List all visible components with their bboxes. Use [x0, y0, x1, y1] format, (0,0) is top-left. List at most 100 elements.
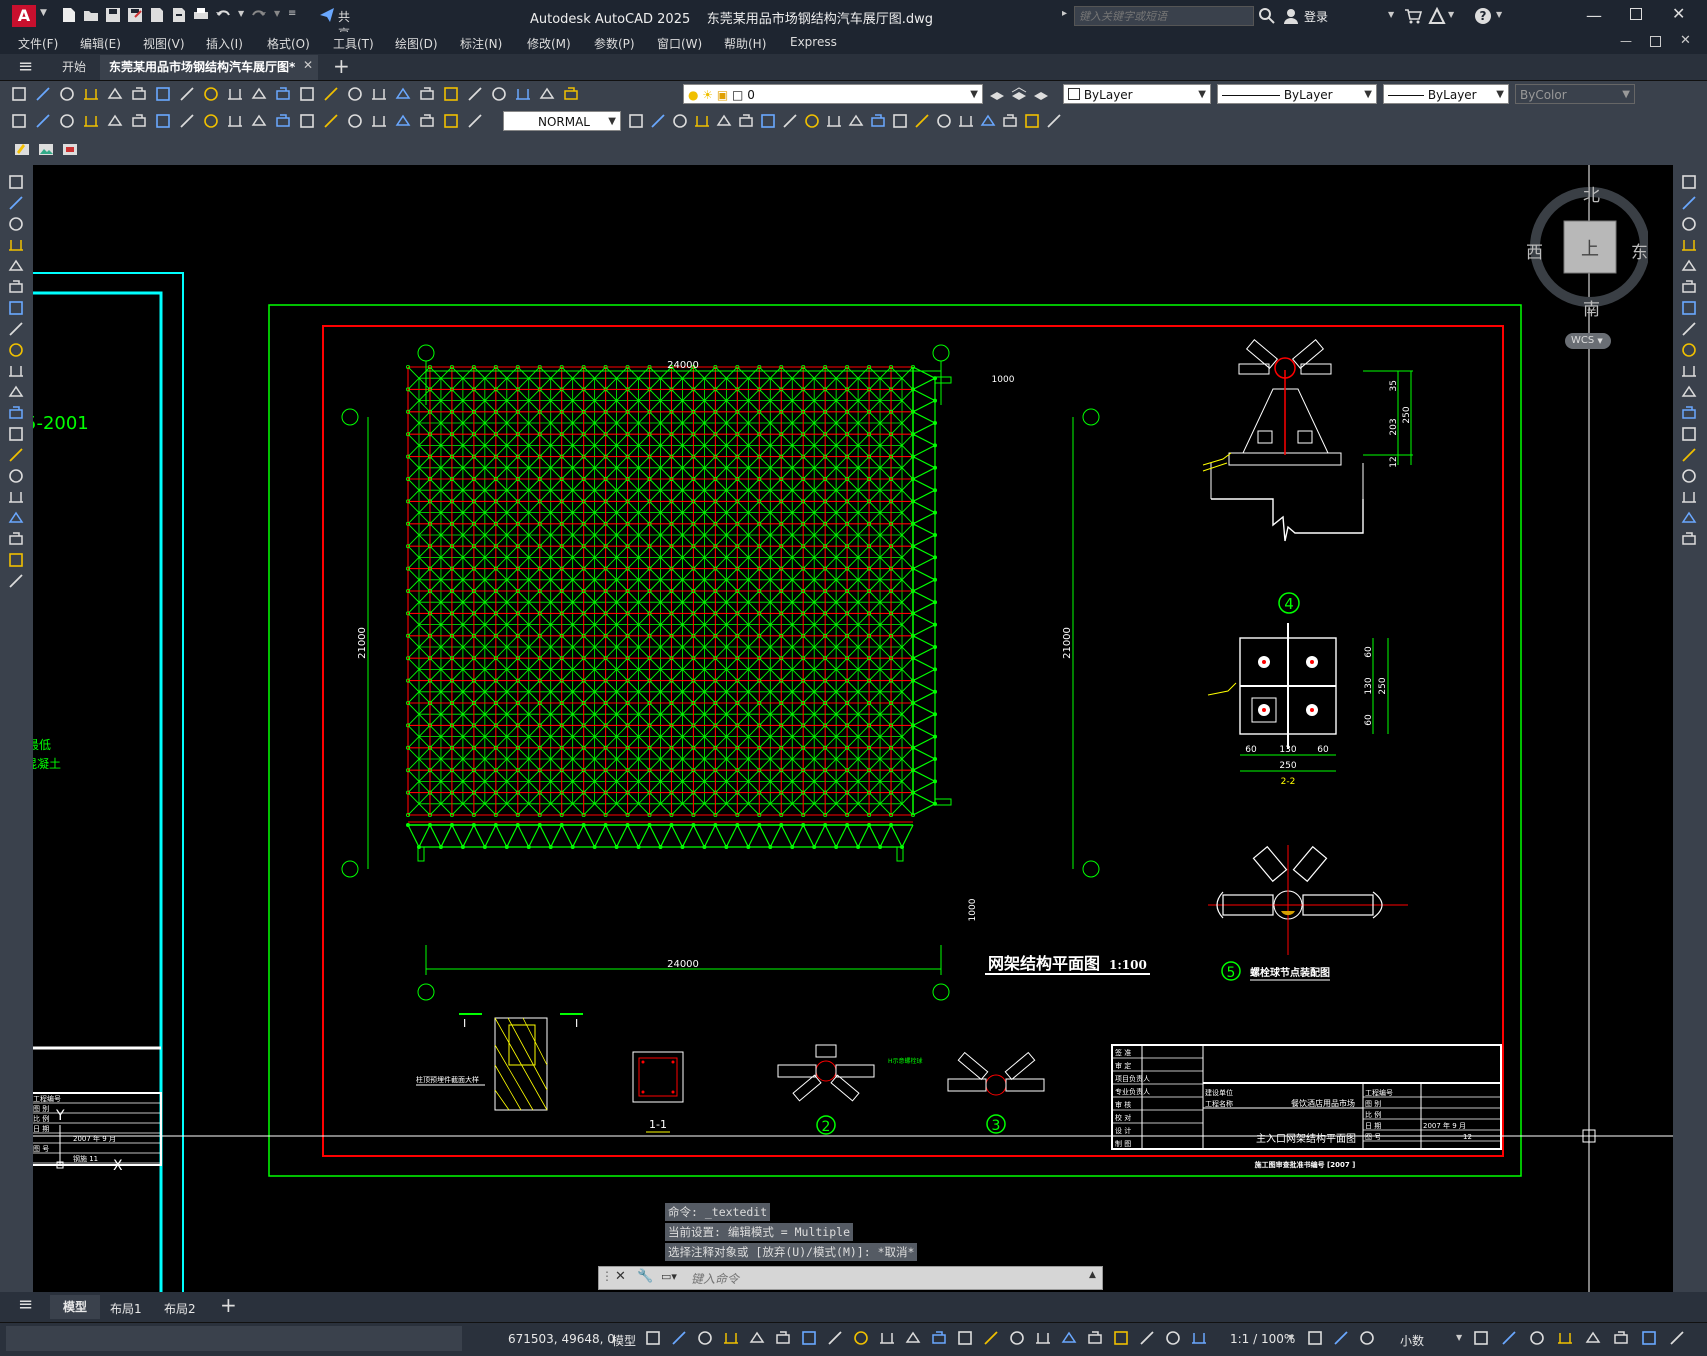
- help-icon[interactable]: ?: [1474, 7, 1492, 25]
- blue-d-icon[interactable]: [693, 112, 711, 130]
- tool-palettes-icon[interactable]: [442, 85, 460, 103]
- auto-scale-icon[interactable]: [1086, 1329, 1104, 1347]
- menu-parametric[interactable]: 参数(P): [594, 35, 635, 52]
- minimize-button[interactable]: —: [1586, 6, 1602, 25]
- blue-j-icon[interactable]: [825, 112, 843, 130]
- blue-e-icon[interactable]: [715, 112, 733, 130]
- lineweight-dropdown[interactable]: ByLayer ▼: [1383, 84, 1509, 104]
- menu-modify[interactable]: 修改(M): [527, 35, 571, 52]
- blue-l-icon[interactable]: [869, 112, 887, 130]
- blue-q-icon[interactable]: [979, 112, 997, 130]
- arc-icon[interactable]: [7, 278, 25, 296]
- copy-object-icon[interactable]: [1680, 194, 1698, 212]
- copy-icon[interactable]: [202, 85, 220, 103]
- gizmo-icon[interactable]: [1034, 1329, 1052, 1347]
- jogged-linear-icon[interactable]: [394, 112, 412, 130]
- menu-format[interactable]: 格式(O): [267, 35, 310, 52]
- units-dropdown-icon[interactable]: ▼: [1456, 1333, 1462, 1342]
- doc-close-button[interactable]: ✕: [1680, 33, 1691, 48]
- plot-icon[interactable]: [82, 85, 100, 103]
- menu-draw[interactable]: 绘图(D): [395, 35, 438, 52]
- command-close-icon[interactable]: ✕: [615, 1269, 626, 1284]
- 3d-osnap-icon[interactable]: [956, 1329, 974, 1347]
- move-icon[interactable]: [1680, 278, 1698, 296]
- dim-radius-icon[interactable]: [106, 112, 124, 130]
- dim-angular-icon[interactable]: [178, 112, 196, 130]
- join-icon[interactable]: [1680, 446, 1698, 464]
- mirror-icon[interactable]: [1680, 215, 1698, 233]
- viewcube-west[interactable]: 西: [1526, 238, 1543, 263]
- command-grip-icon[interactable]: ⋮: [601, 1269, 613, 1283]
- image-icon[interactable]: [37, 140, 55, 158]
- isodraft-icon[interactable]: [800, 1329, 818, 1347]
- trim-icon[interactable]: [1680, 362, 1698, 380]
- drawing-canvas[interactable]: 5-2001 最低 混凝土 工程编号图 别比 例日 期2007 年 9 月图 号…: [33, 165, 1673, 1292]
- hamburger-menu-icon[interactable]: ≡: [18, 56, 33, 77]
- quick-properties-icon[interactable]: [1358, 1329, 1376, 1347]
- signin-link[interactable]: 登录: [1304, 8, 1328, 25]
- zoom-window-icon[interactable]: [346, 85, 364, 103]
- viewcube[interactable]: 北 南 西 东 上: [1526, 185, 1650, 320]
- break-at-point-icon[interactable]: [1680, 404, 1698, 422]
- layer-dropdown[interactable]: ● ☀ ▣ □ 0 ▼: [683, 84, 983, 104]
- search-icon[interactable]: [1258, 7, 1276, 25]
- tab-layout2[interactable]: 布局2: [164, 1300, 196, 1317]
- insert-block-icon[interactable]: [7, 404, 25, 422]
- layer-state-icon[interactable]: [988, 86, 1006, 104]
- blue-i-icon[interactable]: [803, 112, 821, 130]
- fillet-icon[interactable]: [1680, 488, 1698, 506]
- annotation-visibility-icon[interactable]: [1060, 1329, 1078, 1347]
- blue-t-icon[interactable]: [1045, 112, 1063, 130]
- dim-edit-icon[interactable]: [418, 112, 436, 130]
- hardware-accel-icon[interactable]: [1528, 1329, 1546, 1347]
- publish-icon[interactable]: [130, 85, 148, 103]
- table-icon[interactable]: [7, 530, 25, 548]
- region-icon[interactable]: [7, 509, 25, 527]
- command-prompt-icon[interactable]: ▭▾: [661, 1270, 677, 1283]
- coordinates-readout[interactable]: 671503, 49648, 0: [508, 1332, 615, 1346]
- dim-linear-icon[interactable]: [10, 112, 28, 130]
- search-arrow-icon[interactable]: ▸: [1062, 8, 1067, 19]
- menu-window[interactable]: 窗口(W): [657, 35, 702, 52]
- dim-space-icon[interactable]: [274, 112, 292, 130]
- user-icon[interactable]: [1282, 7, 1300, 25]
- clean-screen-icon[interactable]: [1556, 1329, 1574, 1347]
- units-display[interactable]: 小数: [1400, 1332, 1424, 1349]
- dynamic-input-icon[interactable]: [722, 1329, 740, 1347]
- zoom-realtime-icon[interactable]: [322, 85, 340, 103]
- share-icon[interactable]: [318, 6, 336, 24]
- dim-ordinate-icon[interactable]: [82, 112, 100, 130]
- save-icon[interactable]: [104, 6, 122, 24]
- redo-dropdown-icon[interactable]: ▼: [274, 9, 280, 18]
- grid-icon[interactable]: [644, 1329, 662, 1347]
- undo-dropdown-icon[interactable]: ▼: [238, 9, 244, 18]
- erase-icon[interactable]: [1680, 173, 1698, 191]
- search-input[interactable]: [1074, 6, 1254, 26]
- properties-icon[interactable]: [394, 85, 412, 103]
- blue-f-icon[interactable]: [737, 112, 755, 130]
- command-history-toggle-icon[interactable]: ▲: [1089, 1270, 1096, 1280]
- chamfer-icon[interactable]: [1680, 467, 1698, 485]
- selection-cycling-icon[interactable]: [930, 1329, 948, 1347]
- blue-o-icon[interactable]: [935, 112, 953, 130]
- menu-file[interactable]: 文件(F): [18, 35, 58, 52]
- block-icon[interactable]: [61, 140, 79, 158]
- tab-start[interactable]: 开始: [62, 56, 86, 78]
- qsave-icon[interactable]: [58, 85, 76, 103]
- blue-m-icon[interactable]: [891, 112, 909, 130]
- dim-text-edit-icon[interactable]: [442, 112, 460, 130]
- tab-model[interactable]: 模型: [50, 1295, 100, 1319]
- save-as-icon[interactable]: [126, 6, 144, 24]
- menu-edit[interactable]: 编辑(E): [80, 35, 121, 52]
- blend-curves-icon[interactable]: [1680, 509, 1698, 527]
- line-icon[interactable]: [7, 173, 25, 191]
- selection-filter-icon[interactable]: [1008, 1329, 1026, 1347]
- dimstyle-dropdown[interactable]: NORMAL ▼: [503, 111, 621, 131]
- layer-properties-icon[interactable]: [562, 85, 580, 103]
- circle-icon[interactable]: [7, 299, 25, 317]
- sheetset-icon[interactable]: [466, 85, 484, 103]
- block-editor-icon[interactable]: [274, 85, 292, 103]
- menu-help[interactable]: 帮助(H): [724, 35, 766, 52]
- redo-icon[interactable]: [250, 6, 268, 24]
- add-icon[interactable]: [1332, 1329, 1350, 1347]
